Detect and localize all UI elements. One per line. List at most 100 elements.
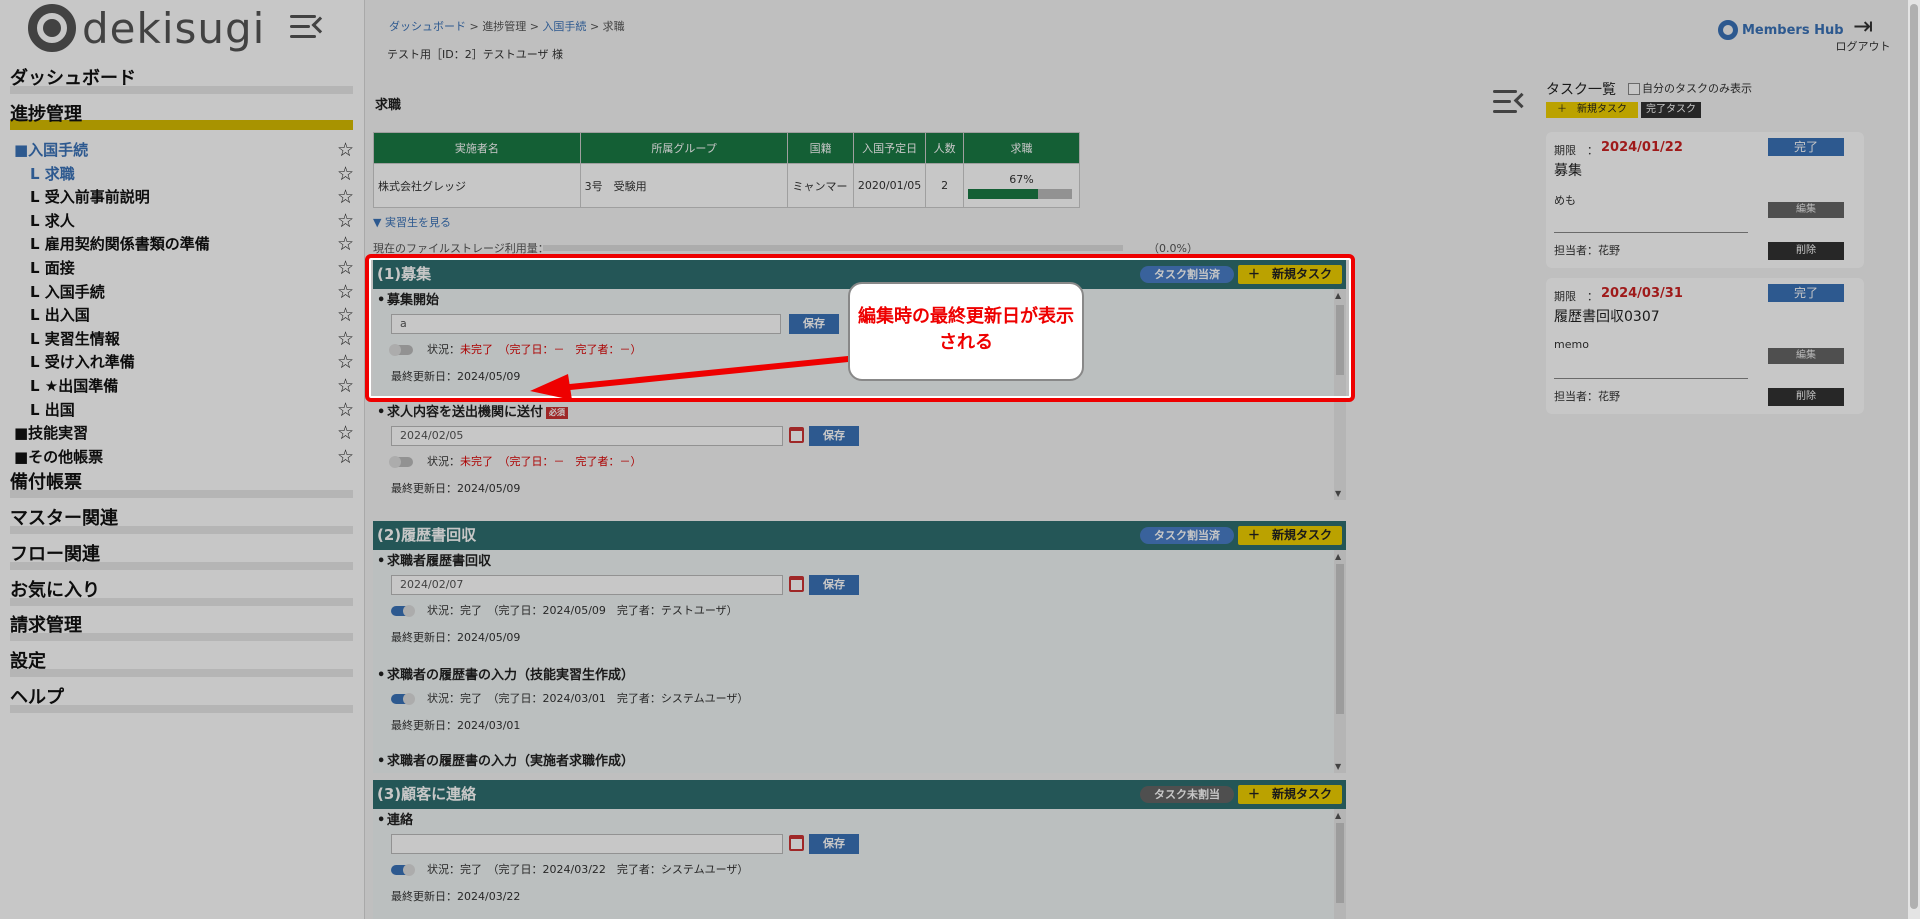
due-label: 期限 ： — [1554, 144, 1598, 157]
show-trainees-link[interactable]: ▼ 実習生を見る — [373, 214, 451, 230]
status-toggle[interactable] — [391, 693, 415, 705]
sidebar-item-trainee-info[interactable]: L 実習生情報 ☆ — [30, 328, 354, 350]
page-title: 求職 — [375, 98, 402, 113]
breadcrumb-entry[interactable]: 入国手続 — [542, 20, 586, 33]
task-status: 状況：完了 （完了日：2024/03/22 完了者：システムユーザ） — [391, 862, 748, 878]
completed-tasks-button[interactable]: 完了タスク — [1641, 102, 1701, 118]
status-toggle[interactable] — [389, 456, 413, 468]
progress-fill — [968, 188, 1038, 199]
section-body: • 求職者履歴書回収 2024/02/07 保存 状況：完了 （完了日：2024/… — [373, 550, 1346, 773]
only-mine-checkbox[interactable]: 自分のタスクのみ表示 — [1628, 80, 1752, 96]
page-scrollbar[interactable] — [1908, 0, 1920, 919]
star-icon[interactable]: ☆ — [337, 399, 354, 421]
star-icon[interactable]: ☆ — [337, 139, 354, 161]
breadcrumb-dashboard[interactable]: ダッシュボード — [389, 20, 466, 33]
date-input[interactable]: 2024/02/05 — [391, 426, 783, 446]
star-icon[interactable]: ☆ — [337, 422, 354, 444]
star-icon[interactable]: ☆ — [337, 210, 354, 232]
save-button[interactable]: 保存 — [809, 426, 859, 446]
calendar-icon[interactable] — [789, 576, 804, 592]
star-icon[interactable]: ☆ — [337, 233, 354, 255]
logo-mark-icon — [28, 4, 76, 52]
star-icon[interactable]: ☆ — [337, 186, 354, 208]
save-button[interactable]: 保存 — [809, 834, 859, 854]
cell-group: 3号 受験用 — [579, 163, 789, 208]
sidebar-item-pre-explanation[interactable]: L 受入前事前説明 ☆ — [30, 186, 354, 208]
last-updated: 最終更新日：2024/03/22 — [391, 890, 521, 903]
logo[interactable]: dekisugi — [28, 2, 265, 54]
star-icon[interactable]: ☆ — [337, 163, 354, 185]
assign-status-badge[interactable]: タスク割当済 — [1140, 527, 1234, 544]
collapse-panel-icon[interactable] — [1493, 88, 1530, 116]
status-toggle[interactable] — [391, 605, 415, 617]
file-storage-bar — [543, 245, 1123, 251]
logout-button[interactable]: ⇥ ログアウト — [1835, 14, 1891, 54]
calendar-icon[interactable] — [789, 427, 804, 443]
task-memo: memo — [1554, 338, 1589, 351]
members-hub-link[interactable]: Members Hub — [1718, 20, 1844, 40]
collapse-menu-icon[interactable] — [290, 12, 329, 42]
star-icon[interactable]: ☆ — [337, 328, 354, 350]
assign-status-badge[interactable]: タスク未割当 — [1140, 786, 1234, 803]
task-memo: めも — [1554, 194, 1576, 207]
col-header: 入国予定日 — [852, 132, 927, 164]
nav-ledgers[interactable]: 備付帳票 — [10, 472, 353, 498]
sidebar-item-departure-prep[interactable]: L ★出国準備 ☆ — [30, 375, 354, 397]
section-scrollbar[interactable]: ▲ — [1334, 809, 1346, 919]
star-icon[interactable]: ☆ — [337, 351, 354, 373]
star-icon[interactable]: ☆ — [337, 375, 354, 397]
star-icon[interactable]: ☆ — [337, 281, 354, 303]
sidebar-item-other-forms[interactable]: ■その他帳票 ☆ — [14, 446, 354, 468]
sidebar-item-acceptance-prep[interactable]: L 受け入れ準備 ☆ — [30, 351, 354, 373]
edit-button[interactable]: 編集 — [1768, 202, 1844, 218]
nav-billing[interactable]: 請求管理 — [10, 615, 353, 641]
sidebar-item-job-seeking[interactable]: L 求職 ☆ — [30, 163, 354, 185]
star-icon[interactable]: ☆ — [337, 257, 354, 279]
calendar-icon[interactable] — [789, 835, 804, 851]
nav-master[interactable]: マスター関連 — [10, 508, 353, 534]
task-title: 求職者の履歴書の入力（実施者求職作成） — [387, 754, 635, 769]
complete-button[interactable]: 完了 — [1768, 284, 1844, 302]
star-icon[interactable]: ☆ — [337, 304, 354, 326]
task-item: • 求人内容を送出機関に送付 必須 2024/02/05 保存 状況：未完了 （完了… — [377, 404, 1317, 495]
date-input[interactable]: 2024/02/07 — [391, 575, 783, 595]
edit-button[interactable]: 編集 — [1768, 348, 1844, 364]
delete-button[interactable]: 削除 — [1768, 242, 1844, 260]
nav-settings[interactable]: 設定 — [10, 651, 353, 677]
complete-button[interactable]: 完了 — [1768, 138, 1844, 156]
sidebar-item-interview[interactable]: L 面接 ☆ — [30, 257, 354, 279]
sidebar-item-departure[interactable]: L 出国 ☆ — [30, 399, 354, 421]
last-updated: 最終更新日：2024/05/09 — [391, 482, 521, 495]
task-card-title: 募集 — [1554, 163, 1582, 179]
new-task-button[interactable]: ＋ 新規タスク — [1238, 785, 1342, 804]
nav-flow[interactable]: フロー関連 — [10, 544, 353, 570]
delete-button[interactable]: 削除 — [1768, 388, 1844, 406]
col-header: 求職 — [963, 132, 1080, 164]
sidebar-item-contract-docs[interactable]: L 雇用契約関係書類の準備 ☆ — [30, 233, 354, 255]
sidebar-item-immigration[interactable]: L 出入国 ☆ — [30, 304, 354, 326]
cell-count: 2 — [925, 163, 964, 208]
panel-new-task-button[interactable]: ＋ 新規タスク — [1546, 102, 1638, 118]
nav-dashboard[interactable]: ダッシュボード — [10, 68, 353, 94]
col-header: 国籍 — [787, 132, 854, 164]
nav-favorites[interactable]: お気に入り — [10, 580, 353, 606]
sidebar-item-technical-training[interactable]: ■技能実習 ☆ — [14, 422, 354, 444]
nav-progress[interactable]: 進捗管理 — [10, 104, 353, 130]
status-toggle[interactable] — [391, 864, 415, 876]
task-title: 求職者の履歴書の入力（技能実習生作成） — [387, 668, 635, 683]
new-task-button[interactable]: ＋ 新規タスク — [1238, 526, 1342, 545]
star-icon[interactable]: ☆ — [337, 446, 354, 468]
section-header: (3)顧客に連絡 タスク未割当 ＋ 新規タスク — [373, 780, 1346, 809]
checkbox-icon — [1628, 83, 1640, 95]
sidebar-item-recruitment[interactable]: L 求人 ☆ — [30, 210, 354, 232]
save-button[interactable]: 保存 — [809, 575, 859, 595]
section-scrollbar[interactable]: ▲ ▼ — [1334, 550, 1346, 773]
progress-label: 67% — [1009, 172, 1034, 186]
date-input[interactable] — [391, 834, 783, 854]
sidebar-item-entry-procedure[interactable]: L 入国手続 ☆ — [30, 281, 354, 303]
sidebar-item-entry[interactable]: ■入国手続 ☆ — [14, 139, 354, 161]
nav-help[interactable]: ヘルプ — [10, 687, 353, 713]
task-status: 状況：完了 （完了日：2024/05/09 完了者：テストユーザ） — [391, 603, 738, 619]
due-label: 期限 ： — [1554, 290, 1598, 303]
cell-nationality: ミャンマー — [787, 163, 854, 208]
